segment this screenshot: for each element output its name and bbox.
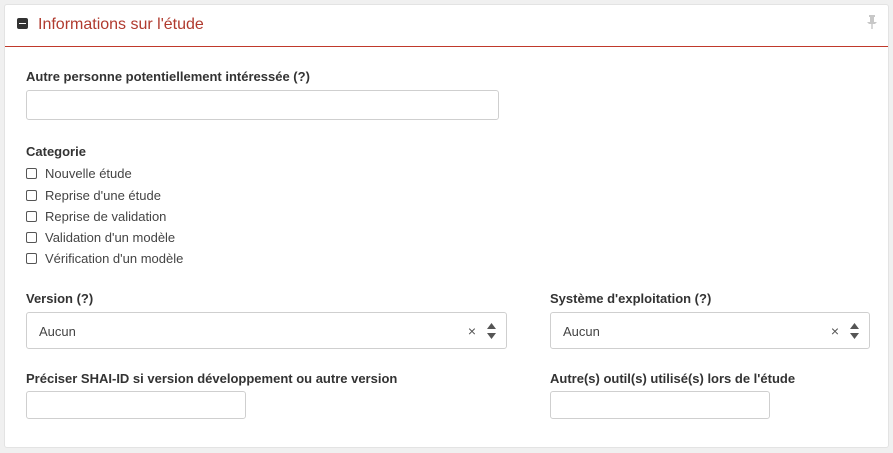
checkbox[interactable]	[26, 167, 37, 179]
version-select[interactable]: Aucun ×	[26, 312, 507, 349]
panel-header[interactable]: Informations sur l'étude	[5, 5, 888, 47]
os-selected-value: Aucun	[563, 324, 600, 339]
checkbox-label: Validation d'un modèle	[45, 229, 176, 245]
checkbox[interactable]	[26, 252, 37, 264]
checkbox-label: Nouvelle étude	[45, 165, 132, 181]
shai-id-label: Préciser SHAI-ID si version développemen…	[26, 371, 398, 386]
category-option-resume-study[interactable]: Reprise d'une étude	[26, 187, 161, 203]
category-option-new-study[interactable]: Nouvelle étude	[26, 165, 132, 181]
other-tools-label: Autre(s) outil(s) utilisé(s) lors de l'é…	[550, 371, 796, 386]
category-option-resume-validation[interactable]: Reprise de validation	[26, 208, 166, 224]
category-option-model-validation[interactable]: Validation d'un modèle	[26, 229, 175, 245]
version-selected-value: Aucun	[39, 324, 76, 339]
other-person-label: Autre personne potentiellement intéressé…	[26, 69, 310, 84]
checkbox[interactable]	[26, 210, 37, 222]
os-label: Système d'exploitation (?)	[550, 291, 712, 306]
checkbox-label: Vérification d'un modèle	[45, 250, 184, 266]
other-tools-input[interactable]	[550, 391, 770, 419]
sort-arrows-icon[interactable]	[487, 323, 496, 344]
checkbox-label: Reprise de validation	[45, 208, 167, 224]
clear-icon[interactable]: ×	[831, 323, 839, 339]
checkbox[interactable]	[26, 189, 37, 201]
study-info-panel: Informations sur l'étude Autre personne …	[4, 4, 889, 448]
minus-square-icon[interactable]	[17, 18, 28, 29]
other-person-input[interactable]	[26, 90, 499, 120]
clear-icon[interactable]: ×	[468, 323, 476, 339]
pin-icon[interactable]	[866, 15, 878, 34]
sort-arrows-icon[interactable]	[850, 323, 859, 344]
checkbox-label: Reprise d'une étude	[45, 187, 161, 203]
os-select[interactable]: Aucun ×	[550, 312, 870, 349]
category-label: Categorie	[26, 144, 86, 159]
version-label: Version (?)	[26, 291, 94, 306]
panel-title: Informations sur l'étude	[38, 16, 204, 33]
category-option-model-verification[interactable]: Vérification d'un modèle	[26, 250, 183, 266]
shai-id-input[interactable]	[26, 391, 246, 419]
checkbox[interactable]	[26, 231, 37, 243]
